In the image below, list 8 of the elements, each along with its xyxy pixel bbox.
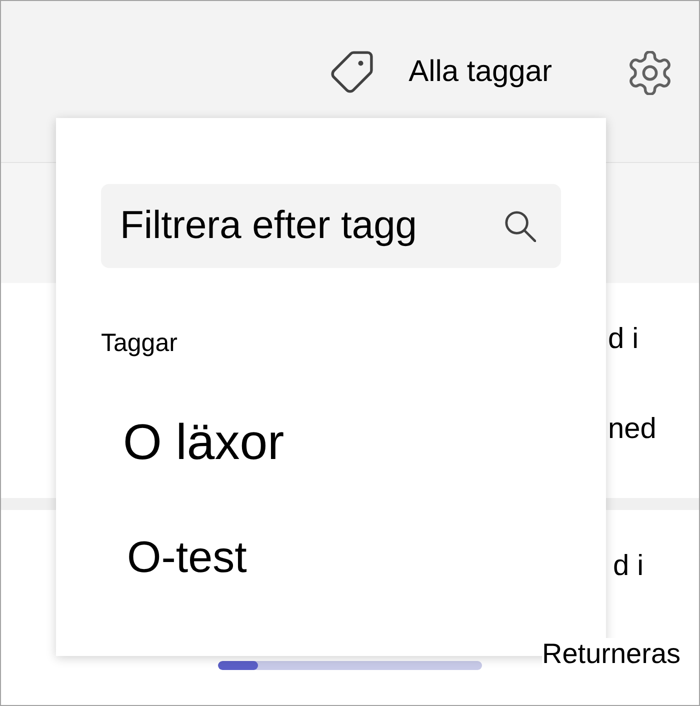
tag-menu-item[interactable]: O läxor [123, 414, 284, 470]
section-label: Taggar [101, 329, 178, 357]
tag-menu-item[interactable]: O-test [127, 530, 247, 586]
tag-filter-button[interactable]: Alla taggar [330, 51, 552, 93]
search-field[interactable]: Filtrera efter tagg [101, 184, 561, 268]
settings-icon[interactable] [628, 51, 672, 95]
tag-icon [330, 51, 373, 93]
search-icon [504, 210, 536, 242]
